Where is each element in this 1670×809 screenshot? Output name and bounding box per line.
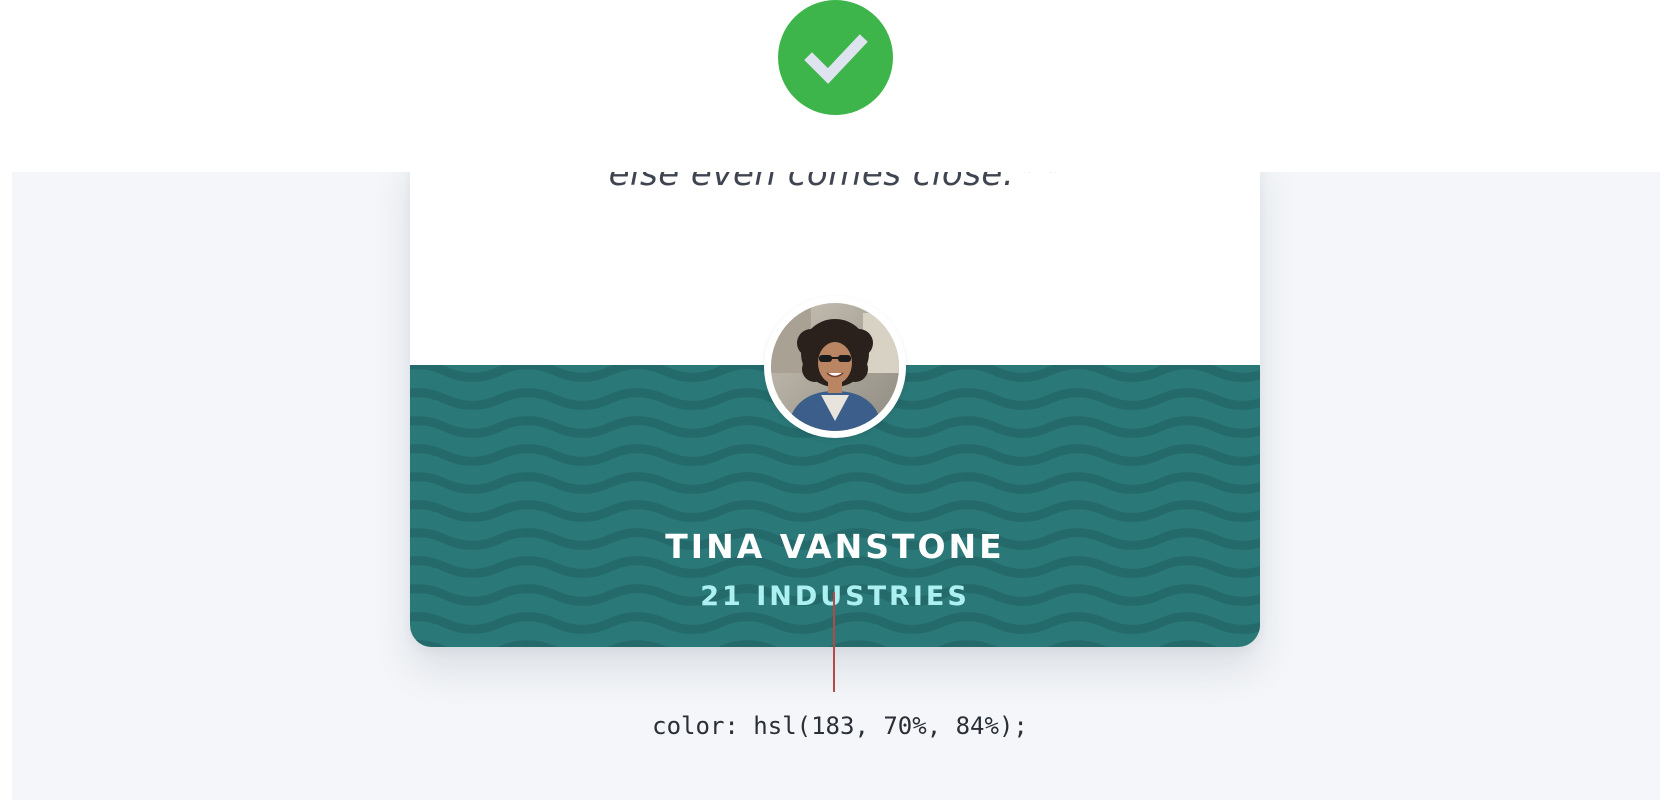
- wave-line: [410, 444, 1260, 466]
- wave-line: [410, 472, 1260, 494]
- person-photo-icon: [771, 303, 899, 431]
- person-name: TINA VANSTONE: [665, 527, 1005, 566]
- company-name: 21 INDUSTRIES: [700, 581, 970, 612]
- annotation-pointer-line: [833, 592, 835, 692]
- checkmark-icon: [803, 33, 868, 84]
- testimonial-card: else even comes close.” ” TINA VANSTONE …: [410, 172, 1260, 647]
- stage: else even comes close.” ” TINA VANSTONE …: [0, 0, 1670, 809]
- wave-line: [410, 500, 1260, 522]
- wave-line: [410, 640, 1218, 647]
- annotation-css-label: color: hsl(183, 70%, 84%);: [652, 712, 1028, 740]
- avatar: [764, 296, 906, 438]
- avatar-photo: [771, 303, 899, 431]
- success-badge: [778, 0, 893, 115]
- closing-quote-mark: ” ”: [1020, 172, 1062, 192]
- quote-body: else even comes close.: [608, 172, 1015, 194]
- quote-text: else even comes close.” ”: [410, 172, 1260, 194]
- preview-panel: else even comes close.” ” TINA VANSTONE …: [12, 172, 1660, 800]
- wave-line: [410, 612, 1260, 634]
